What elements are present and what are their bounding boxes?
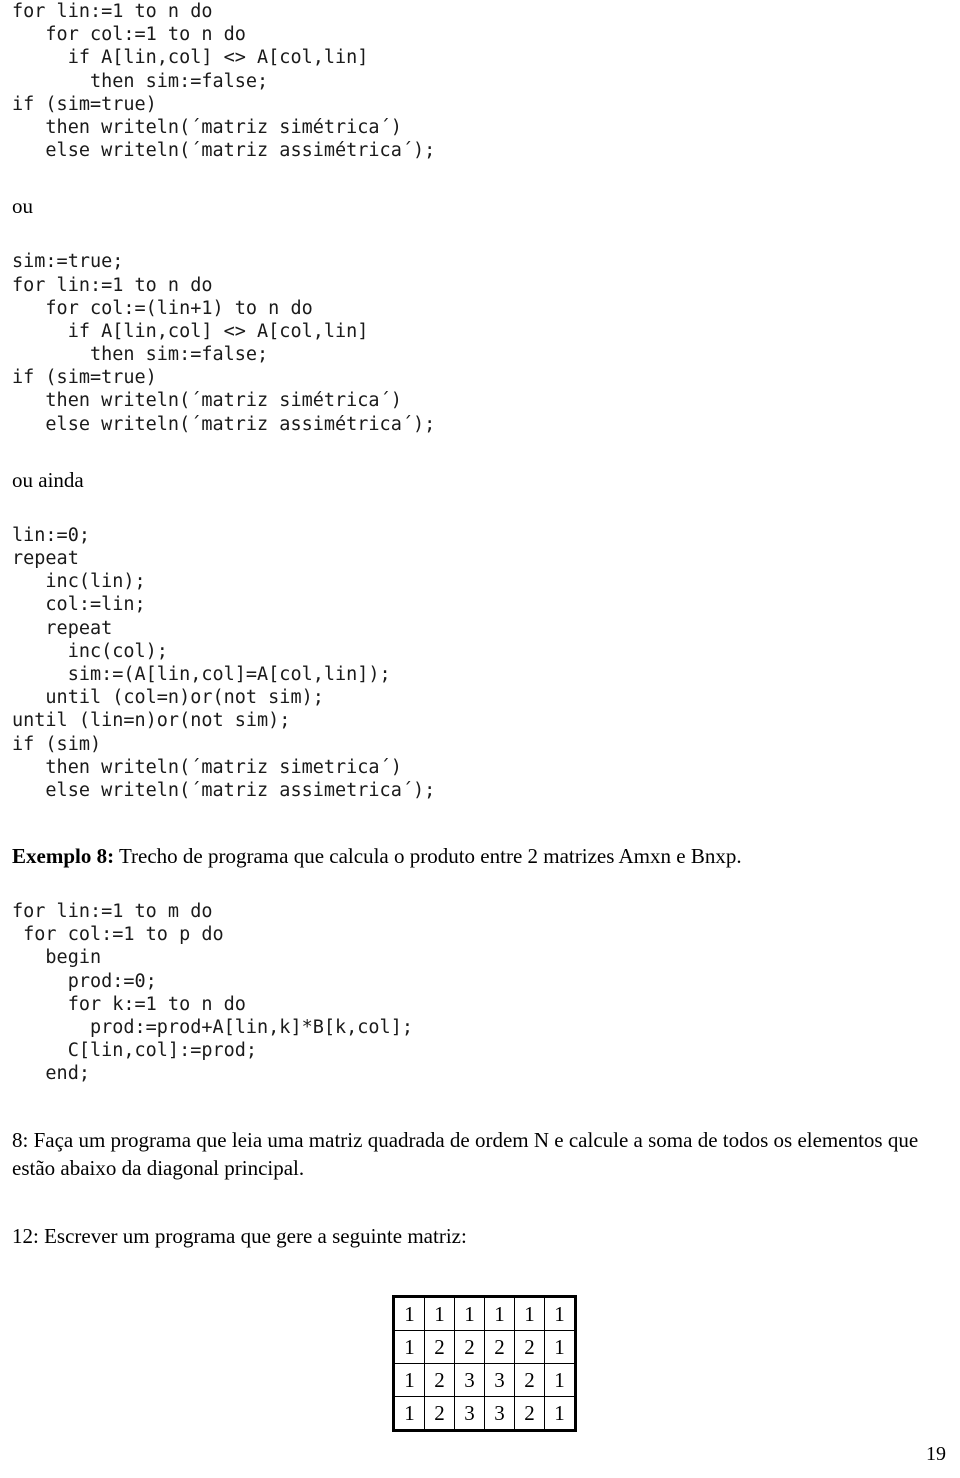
exercise-12-text: 12: Escrever um programa que gere a segu… (12, 1223, 467, 1248)
document-page: for lin:=1 to n do for col:=1 to n do if… (0, 0, 960, 1478)
code-line: if (sim) (12, 733, 102, 755)
matrix-cell: 2 (514, 1363, 545, 1397)
matrix-cell: 2 (514, 1396, 545, 1431)
code-line: if (sim=true) (12, 93, 157, 115)
code-line: then sim:=false; (12, 70, 269, 92)
code-line: C[lin,col]:=prod; (12, 1040, 258, 1062)
code-block-symmetric-upper: sim:=true; for lin:=1 to n do for col:=(l… (12, 250, 948, 436)
matrix-cell: 2 (424, 1330, 455, 1364)
matrix-cell: 1 (514, 1296, 545, 1331)
exemplo-8-label: Exemplo 8: (12, 844, 115, 869)
matrix-cell: 1 (484, 1296, 515, 1331)
code-line: col:=lin; (12, 594, 146, 616)
matrix-cell: 1 (393, 1330, 425, 1364)
code-block-symmetric-full: for lin:=1 to n do for col:=1 to n do if… (12, 0, 948, 162)
code-line: until (col=n)or(not sim); (12, 687, 324, 709)
matrix-cell: 3 (484, 1363, 515, 1397)
label-ou-ainda: ou ainda (12, 467, 84, 492)
code-line: for col:=(lin+1) to n do (12, 297, 313, 319)
table-row: 1 2 2 2 2 1 (393, 1330, 576, 1364)
code-line: else writeln(´matriz assimétrica´); (12, 413, 436, 435)
code-line: lin:=0; (12, 524, 90, 546)
code-line: then writeln(´matriz simetrica´) (12, 756, 402, 778)
exemplo-8-heading: Exemplo 8: Trecho de programa que calcul… (12, 842, 948, 870)
exemplo-8-text: Trecho de programa que calcula o produto… (114, 844, 742, 869)
matrix-cell: 1 (454, 1296, 485, 1331)
code-line: sim:=(A[lin,col]=A[col,lin]); (12, 663, 391, 685)
matrix-cell: 1 (393, 1396, 425, 1431)
code-line: for col:=1 to n do (12, 24, 246, 46)
matrix-cell: 1 (544, 1296, 576, 1331)
code-line: prod:=prod+A[lin,k]*B[k,col]; (12, 1017, 413, 1038)
page-number: 19 (926, 1443, 946, 1465)
code-line: then writeln(´matriz simétrica´) (12, 116, 402, 138)
matrix-cell: 2 (454, 1330, 485, 1364)
code-line: until (lin=n)or(not sim); (12, 710, 291, 732)
code-line: for lin:=1 to n do (12, 274, 213, 296)
matrix-cell: 3 (484, 1396, 515, 1431)
matrix-table: 1 1 1 1 1 1 1 2 2 2 2 1 1 2 3 3 2 1 1 2 … (392, 1295, 577, 1432)
matrix-cell: 3 (454, 1396, 485, 1431)
label-ou: ou (12, 194, 33, 219)
exercise-8-text: 8: Faça um programa que leia uma matriz … (12, 1127, 919, 1180)
code-line: inc(lin); (12, 571, 146, 593)
matrix-cell: 2 (424, 1396, 455, 1431)
code-line: repeat (12, 548, 79, 569)
matrix-cell: 1 (544, 1396, 576, 1431)
matrix-cell: 2 (514, 1330, 545, 1364)
matrix-figure: 1 1 1 1 1 1 1 2 2 2 2 1 1 2 3 3 2 1 1 2 … (392, 1295, 577, 1432)
code-line: repeat (12, 617, 113, 639)
matrix-cell: 2 (484, 1330, 515, 1364)
code-line: for lin:=1 to n do (12, 1, 213, 22)
code-line: then sim:=false; (12, 344, 269, 366)
matrix-cell: 2 (424, 1363, 455, 1397)
code-line: if (sim=true) (12, 367, 157, 389)
matrix-cell: 3 (454, 1363, 485, 1397)
matrix-cell: 1 (393, 1296, 425, 1331)
code-line: end; (12, 1063, 90, 1085)
code-block-symmetric-repeat: lin:=0; repeat inc(lin); col:=lin; repeat… (12, 524, 948, 802)
matrix-cell: 1 (544, 1363, 576, 1397)
code-line: inc(col); (12, 640, 168, 662)
table-row: 1 1 1 1 1 1 (393, 1296, 576, 1331)
matrix-cell: 1 (544, 1330, 576, 1364)
matrix-body: 1 1 1 1 1 1 1 2 2 2 2 1 1 2 3 3 2 1 1 2 … (393, 1296, 576, 1431)
code-line: for k:=1 to n do (12, 993, 246, 1015)
code-line: then writeln(´matriz simétrica´) (12, 390, 402, 412)
matrix-cell: 1 (424, 1296, 455, 1331)
code-line: else writeln(´matriz assimetrica´); (12, 779, 436, 801)
code-line: begin (12, 947, 102, 969)
code-line: if A[lin,col] <> A[col,lin] (12, 320, 369, 342)
code-line: for col:=1 to p do (12, 924, 224, 946)
code-block-matrix-product: for lin:=1 to m do for col:=1 to p do be… (12, 900, 948, 1086)
matrix-cell: 1 (393, 1363, 425, 1397)
code-line: sim:=true; (12, 251, 124, 273)
code-line: for lin:=1 to m do (12, 901, 213, 923)
table-row: 1 2 3 3 2 1 (393, 1396, 576, 1431)
table-row: 1 2 3 3 2 1 (393, 1363, 576, 1397)
code-line: if A[lin,col] <> A[col,lin] (12, 47, 369, 69)
code-line: else writeln(´matriz assimétrica´); (12, 140, 436, 162)
code-line: prod:=0; (12, 970, 157, 992)
